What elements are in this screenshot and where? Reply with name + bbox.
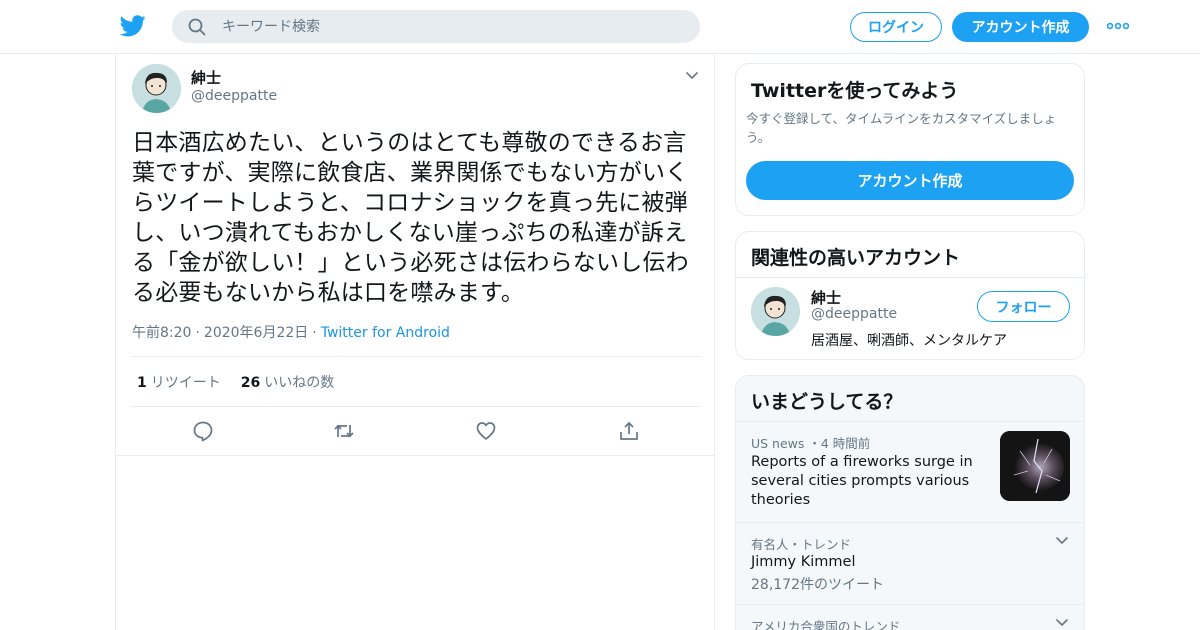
- divider: [131, 406, 700, 407]
- trends-card: いまどうしてる？ US news ・4 時間前 Reports of a fir…: [735, 375, 1085, 630]
- trend-tweet-count: 28,172件のツイート: [751, 577, 884, 593]
- trend-meta: US news ・4 時間前: [751, 436, 871, 451]
- separator-dot: ·: [195, 325, 200, 341]
- divider: [131, 356, 700, 357]
- avatar-illustration: [132, 64, 181, 113]
- signup-card: Twitterを使ってみよう 今すぐ登録して、タイムラインをカスタマイズしましょ…: [735, 63, 1085, 216]
- divider: [736, 522, 1084, 523]
- fireworks-image: [1000, 431, 1070, 501]
- top-bar: ログイン アカウント作成: [0, 0, 1200, 54]
- author-name[interactable]: 紳士: [191, 67, 221, 88]
- related-account-bio: 居酒屋、唎酒師、メンタルケア: [811, 333, 1007, 349]
- retweet-count: 1: [137, 375, 147, 391]
- signup-card-title: Twitterを使ってみよう: [751, 80, 959, 102]
- tweet-source-link[interactable]: Twitter for Android: [321, 325, 450, 341]
- trend-thumbnail: [1000, 431, 1070, 501]
- tweet-timestamp: 午前8:20 · 2020年6月22日 · Twitter for Android: [132, 322, 450, 342]
- chevron-down-icon[interactable]: [1055, 618, 1069, 628]
- tweet-date[interactable]: 2020年6月22日: [204, 325, 308, 341]
- author-avatar[interactable]: [132, 64, 181, 113]
- follow-button[interactable]: フォロー: [977, 291, 1070, 322]
- trend-title: Jimmy Kimmel: [751, 554, 856, 570]
- chevron-down-icon[interactable]: [685, 71, 699, 81]
- divider: [736, 421, 1084, 422]
- separator-dot: ·: [312, 325, 317, 341]
- divider: [736, 277, 1084, 278]
- related-account-handle[interactable]: @deeppatte: [811, 306, 897, 322]
- share-icon[interactable]: [618, 420, 640, 442]
- like-count: 26: [240, 375, 261, 391]
- login-button[interactable]: ログイン: [850, 12, 942, 42]
- tweet-time[interactable]: 午前8:20: [132, 325, 191, 341]
- related-accounts-title: 関連性の高いアカウント: [751, 247, 961, 269]
- author-handle[interactable]: @deeppatte: [191, 88, 277, 104]
- related-account-avatar[interactable]: [751, 287, 800, 336]
- trend-meta: アメリカ合衆国のトレンド: [751, 619, 901, 630]
- signup-card-description: 今すぐ登録して、タイムラインをカスタマイズしましょう。: [746, 111, 1057, 145]
- divider: [736, 604, 1084, 605]
- search-icon: [188, 18, 206, 36]
- trend-meta: 有名人・トレンド: [751, 537, 852, 552]
- like-stat[interactable]: 26 いいねの数: [241, 375, 334, 391]
- tweet-card: 紳士 @deeppatte 日本酒広めたい、というのはとても尊敬のできるお言葉で…: [116, 54, 714, 456]
- like-label: いいねの数: [264, 375, 335, 391]
- twitter-bird-icon[interactable]: [120, 14, 146, 38]
- retweet-stat[interactable]: 1 リツイート: [137, 375, 221, 391]
- chevron-down-icon[interactable]: [1055, 536, 1069, 546]
- tweet-stats: 1 リツイート 26 いいねの数: [137, 372, 334, 392]
- reply-icon[interactable]: [192, 420, 214, 442]
- related-account-name[interactable]: 紳士: [811, 287, 841, 308]
- more-options-icon[interactable]: [1107, 21, 1129, 31]
- search-bar: [172, 10, 700, 43]
- tweet-column: 紳士 @deeppatte 日本酒広めたい、というのはとても尊敬のできるお言葉で…: [115, 54, 715, 630]
- signup-button[interactable]: アカウント作成: [952, 12, 1089, 42]
- tweet-text: 日本酒広めたい、というのはとても尊敬のできるお言葉ですが、実際に飲食店、業界関係…: [132, 130, 689, 306]
- avatar-illustration: [751, 287, 800, 336]
- trends-title: いまどうしてる？: [751, 391, 903, 413]
- search-input[interactable]: [222, 10, 682, 43]
- related-accounts-card: 関連性の高いアカウント 紳士 @deeppatte フォロー 居酒屋、唎酒師、メ…: [735, 231, 1085, 360]
- retweet-icon[interactable]: [333, 420, 355, 442]
- like-heart-icon[interactable]: [475, 420, 497, 442]
- trend-title: Reports of a fireworks surge in several …: [751, 454, 973, 508]
- signup-card-button[interactable]: アカウント作成: [746, 161, 1074, 200]
- retweet-label: リツイート: [150, 375, 221, 391]
